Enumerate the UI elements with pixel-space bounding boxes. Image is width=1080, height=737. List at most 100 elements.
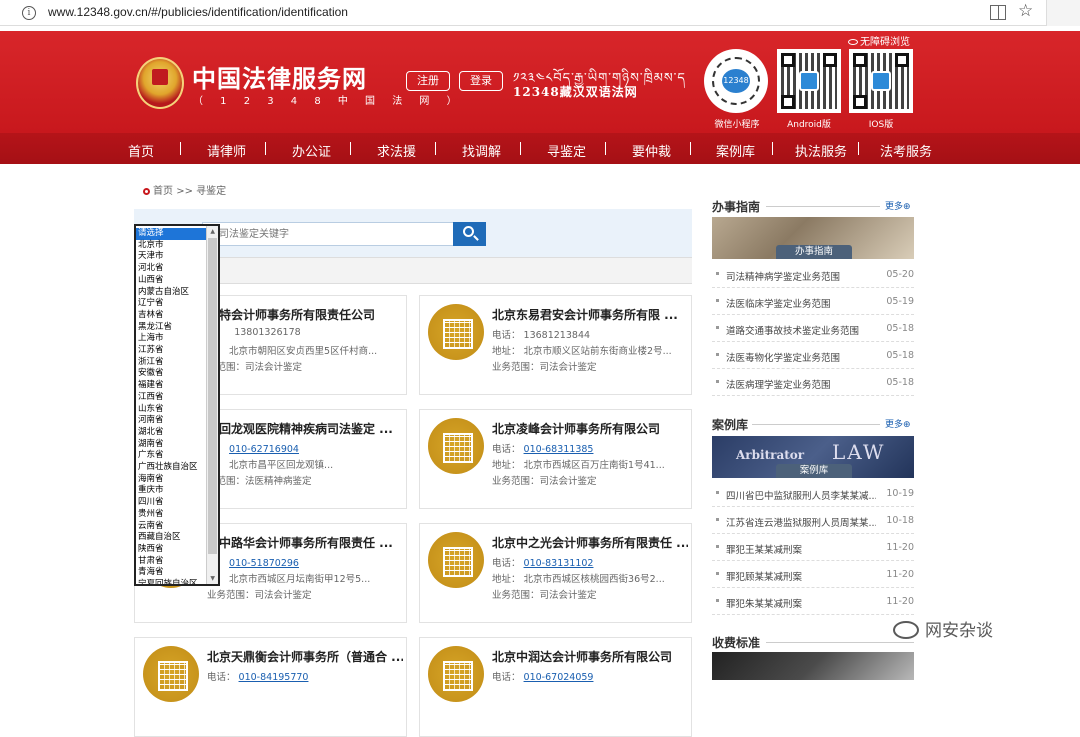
guide-list-item[interactable]: 司法精神病学鉴定业务范围 05-20 — [712, 261, 914, 288]
province-option[interactable]: 福建省 — [136, 380, 208, 392]
province-option[interactable]: 宁夏回族自治区 — [136, 579, 208, 584]
reader-mode-icon[interactable] — [990, 5, 1006, 20]
org-card[interactable]: 北京天鼎衡会计师事务所（普通合 ... 电话： 010-84195770 — [134, 637, 407, 737]
scroll-thumb[interactable] — [208, 238, 217, 554]
province-option[interactable]: 天津市 — [136, 251, 208, 263]
accessibility-link[interactable]: 无障碍浏览 — [848, 33, 910, 48]
scroll-down-arrow-icon[interactable]: ▼ — [210, 575, 215, 582]
province-option[interactable]: 河南省 — [136, 415, 208, 427]
cases-banner-image[interactable]: Arbitrator LAW 案例库 — [712, 436, 914, 478]
org-name[interactable]: 北京凌峰会计师事务所有限公司 — [492, 420, 688, 437]
cases-list-item[interactable]: 罪犯王某某减刑案 11-20 — [712, 534, 914, 561]
guide-list-item[interactable]: 法医毒物化学鉴定业务范围 05-18 — [712, 342, 914, 369]
org-card[interactable]: 北京中润达会计师事务所有限公司 电话： 010-67024059 — [419, 637, 692, 737]
breadcrumb-home[interactable]: 首页 — [153, 186, 173, 197]
org-name[interactable]: 京中路华会计师事务所有限责任 ... — [207, 534, 403, 551]
province-option[interactable]: 西藏自治区 — [136, 532, 208, 544]
login-button[interactable]: 登录 — [459, 71, 503, 91]
guide-item-title[interactable]: 道路交通事故技术鉴定业务范围 — [726, 323, 876, 337]
province-option[interactable]: 江苏省 — [136, 345, 208, 357]
guide-item-title[interactable]: 司法精神病学鉴定业务范围 — [726, 269, 876, 283]
cases-item-title[interactable]: 罪犯顾某某减刑案 — [726, 569, 876, 583]
org-phone[interactable]: 010-67024059 — [524, 672, 594, 683]
wechat-miniprogram-qr[interactable]: 12348 — [704, 49, 768, 113]
android-app-qr[interactable] — [777, 49, 841, 113]
org-phone[interactable]: 010-84195770 — [239, 672, 309, 683]
nav-item-notary[interactable]: 办公证 — [292, 141, 331, 160]
org-name[interactable]: 北京中之光会计师事务所有限责任 ... — [492, 534, 688, 551]
window-scrollbar[interactable] — [1046, 0, 1080, 26]
org-name[interactable]: 北京东易君安会计师事务所有限 ... — [492, 306, 688, 323]
org-phone[interactable]: 010-62716904 — [229, 444, 299, 455]
province-option[interactable]: 重庆市 — [136, 485, 208, 497]
guide-list-item[interactable]: 道路交通事故技术鉴定业务范围 05-18 — [712, 315, 914, 342]
province-option[interactable]: 四川省 — [136, 497, 208, 509]
search-button[interactable] — [453, 222, 486, 246]
search-input[interactable] — [202, 222, 454, 246]
cases-item-title[interactable]: 罪犯王某某减刑案 — [726, 542, 876, 556]
org-card[interactable]: 北京中之光会计师事务所有限责任 ... 电话： 010-83131102 地址：… — [419, 523, 692, 623]
url-text[interactable]: www.12348.gov.cn/#/publicies/identificat… — [48, 5, 348, 19]
org-phone[interactable]: 010-68311385 — [524, 444, 594, 455]
province-option[interactable]: 安徽省 — [136, 368, 208, 380]
org-card[interactable]: 北京凌峰会计师事务所有限公司 电话： 010-68311385 地址： 北京市西… — [419, 409, 692, 509]
cases-item-title[interactable]: 罪犯朱某某减刑案 — [726, 596, 876, 610]
org-name[interactable]: 迪特会计师事务所有限责任公司 — [207, 306, 403, 323]
address-bar[interactable]: i www.12348.gov.cn/#/publicies/identific… — [0, 0, 1046, 26]
org-phone[interactable]: 010-51870296 — [229, 558, 299, 569]
province-option[interactable]: 辽宁省 — [136, 298, 208, 310]
province-option[interactable]: 北京市 — [136, 240, 208, 252]
province-option[interactable]: 青海省 — [136, 567, 208, 579]
province-option[interactable]: 海南省 — [136, 474, 208, 486]
province-option[interactable]: 陕西省 — [136, 544, 208, 556]
bookmark-star-icon[interactable]: ☆ — [1018, 1, 1033, 21]
guide-list-item[interactable]: 法医病理学鉴定业务范围 05-18 — [712, 369, 914, 396]
cases-list-item[interactable]: 四川省巴中监狱服刑人员李某某减... 10-19 — [712, 480, 914, 507]
province-option[interactable]: 请选择 — [136, 228, 208, 240]
cases-list-item[interactable]: 罪犯朱某某减刑案 11-20 — [712, 588, 914, 615]
province-option[interactable]: 浙江省 — [136, 357, 208, 369]
nav-item-identification[interactable]: 寻鉴定 — [547, 141, 586, 160]
guide-item-title[interactable]: 法医病理学鉴定业务范围 — [726, 377, 876, 391]
province-option[interactable]: 黑龙江省 — [136, 322, 208, 334]
province-option[interactable]: 贵州省 — [136, 509, 208, 521]
guide-item-title[interactable]: 法医毒物化学鉴定业务范围 — [726, 350, 876, 364]
nav-item-mediation[interactable]: 找调解 — [462, 141, 501, 160]
register-button[interactable]: 注册 — [406, 71, 450, 91]
province-option[interactable]: 吉林省 — [136, 310, 208, 322]
nav-item-legal-aid[interactable]: 求法援 — [377, 141, 416, 160]
site-title[interactable]: 中国法律服务网 — [192, 59, 367, 94]
org-card[interactable]: 北京东易君安会计师事务所有限 ... 电话： 13681213844 地址： 北… — [419, 295, 692, 395]
org-name[interactable]: 北京中润达会计师事务所有限公司 — [492, 648, 688, 665]
guide-item-title[interactable]: 法医临床学鉴定业务范围 — [726, 296, 876, 310]
province-option[interactable]: 广东省 — [136, 450, 208, 462]
org-name[interactable]: 京回龙观医院精神疾病司法鉴定 ... — [207, 420, 403, 437]
nav-item-home[interactable]: 首页 — [128, 141, 154, 160]
nav-item-enforcement[interactable]: 执法服务 — [795, 141, 847, 160]
nav-item-exam[interactable]: 法考服务 — [880, 141, 932, 160]
nav-item-lawyer[interactable]: 请律师 — [207, 141, 246, 160]
fees-banner-image[interactable] — [712, 652, 914, 680]
national-emblem-logo[interactable] — [136, 57, 184, 109]
cases-list-item[interactable]: 江苏省连云港监狱服刑人员周某某... 10-18 — [712, 507, 914, 534]
org-phone[interactable]: 010-83131102 — [524, 558, 594, 569]
site-info-icon[interactable]: i — [22, 6, 36, 20]
ios-app-qr[interactable] — [849, 49, 913, 113]
province-option[interactable]: 云南省 — [136, 521, 208, 533]
province-select-list[interactable]: 请选择 北京市 天津市 河北省 山西省 内蒙古自治区 辽宁省 吉林省 黑龙江省 上海市 江苏省 浙江省… — [134, 224, 220, 586]
tibetan-site-subtitle[interactable]: 12348藏汉双语法网 — [513, 83, 638, 100]
guide-list-item[interactable]: 法医临床学鉴定业务范围 05-19 — [712, 288, 914, 315]
nav-item-arbitration[interactable]: 要仲裁 — [632, 141, 671, 160]
guide-more-link[interactable]: 更多⊕ — [885, 199, 911, 212]
cases-item-title[interactable]: 江苏省连云港监狱服刑人员周某某... — [726, 515, 876, 529]
province-option[interactable]: 内蒙古自治区 — [136, 287, 208, 299]
cases-item-title[interactable]: 四川省巴中监狱服刑人员李某某减... — [726, 488, 876, 502]
province-option[interactable]: 广西壮族自治区 — [136, 462, 208, 474]
province-option[interactable]: 山东省 — [136, 404, 208, 416]
province-option[interactable]: 上海市 — [136, 333, 208, 345]
province-option[interactable]: 湖北省 — [136, 427, 208, 439]
province-option[interactable]: 河北省 — [136, 263, 208, 275]
province-option[interactable]: 江西省 — [136, 392, 208, 404]
org-name[interactable]: 北京天鼎衡会计师事务所（普通合 ... — [207, 648, 403, 665]
scroll-up-arrow-icon[interactable]: ▲ — [210, 228, 215, 235]
